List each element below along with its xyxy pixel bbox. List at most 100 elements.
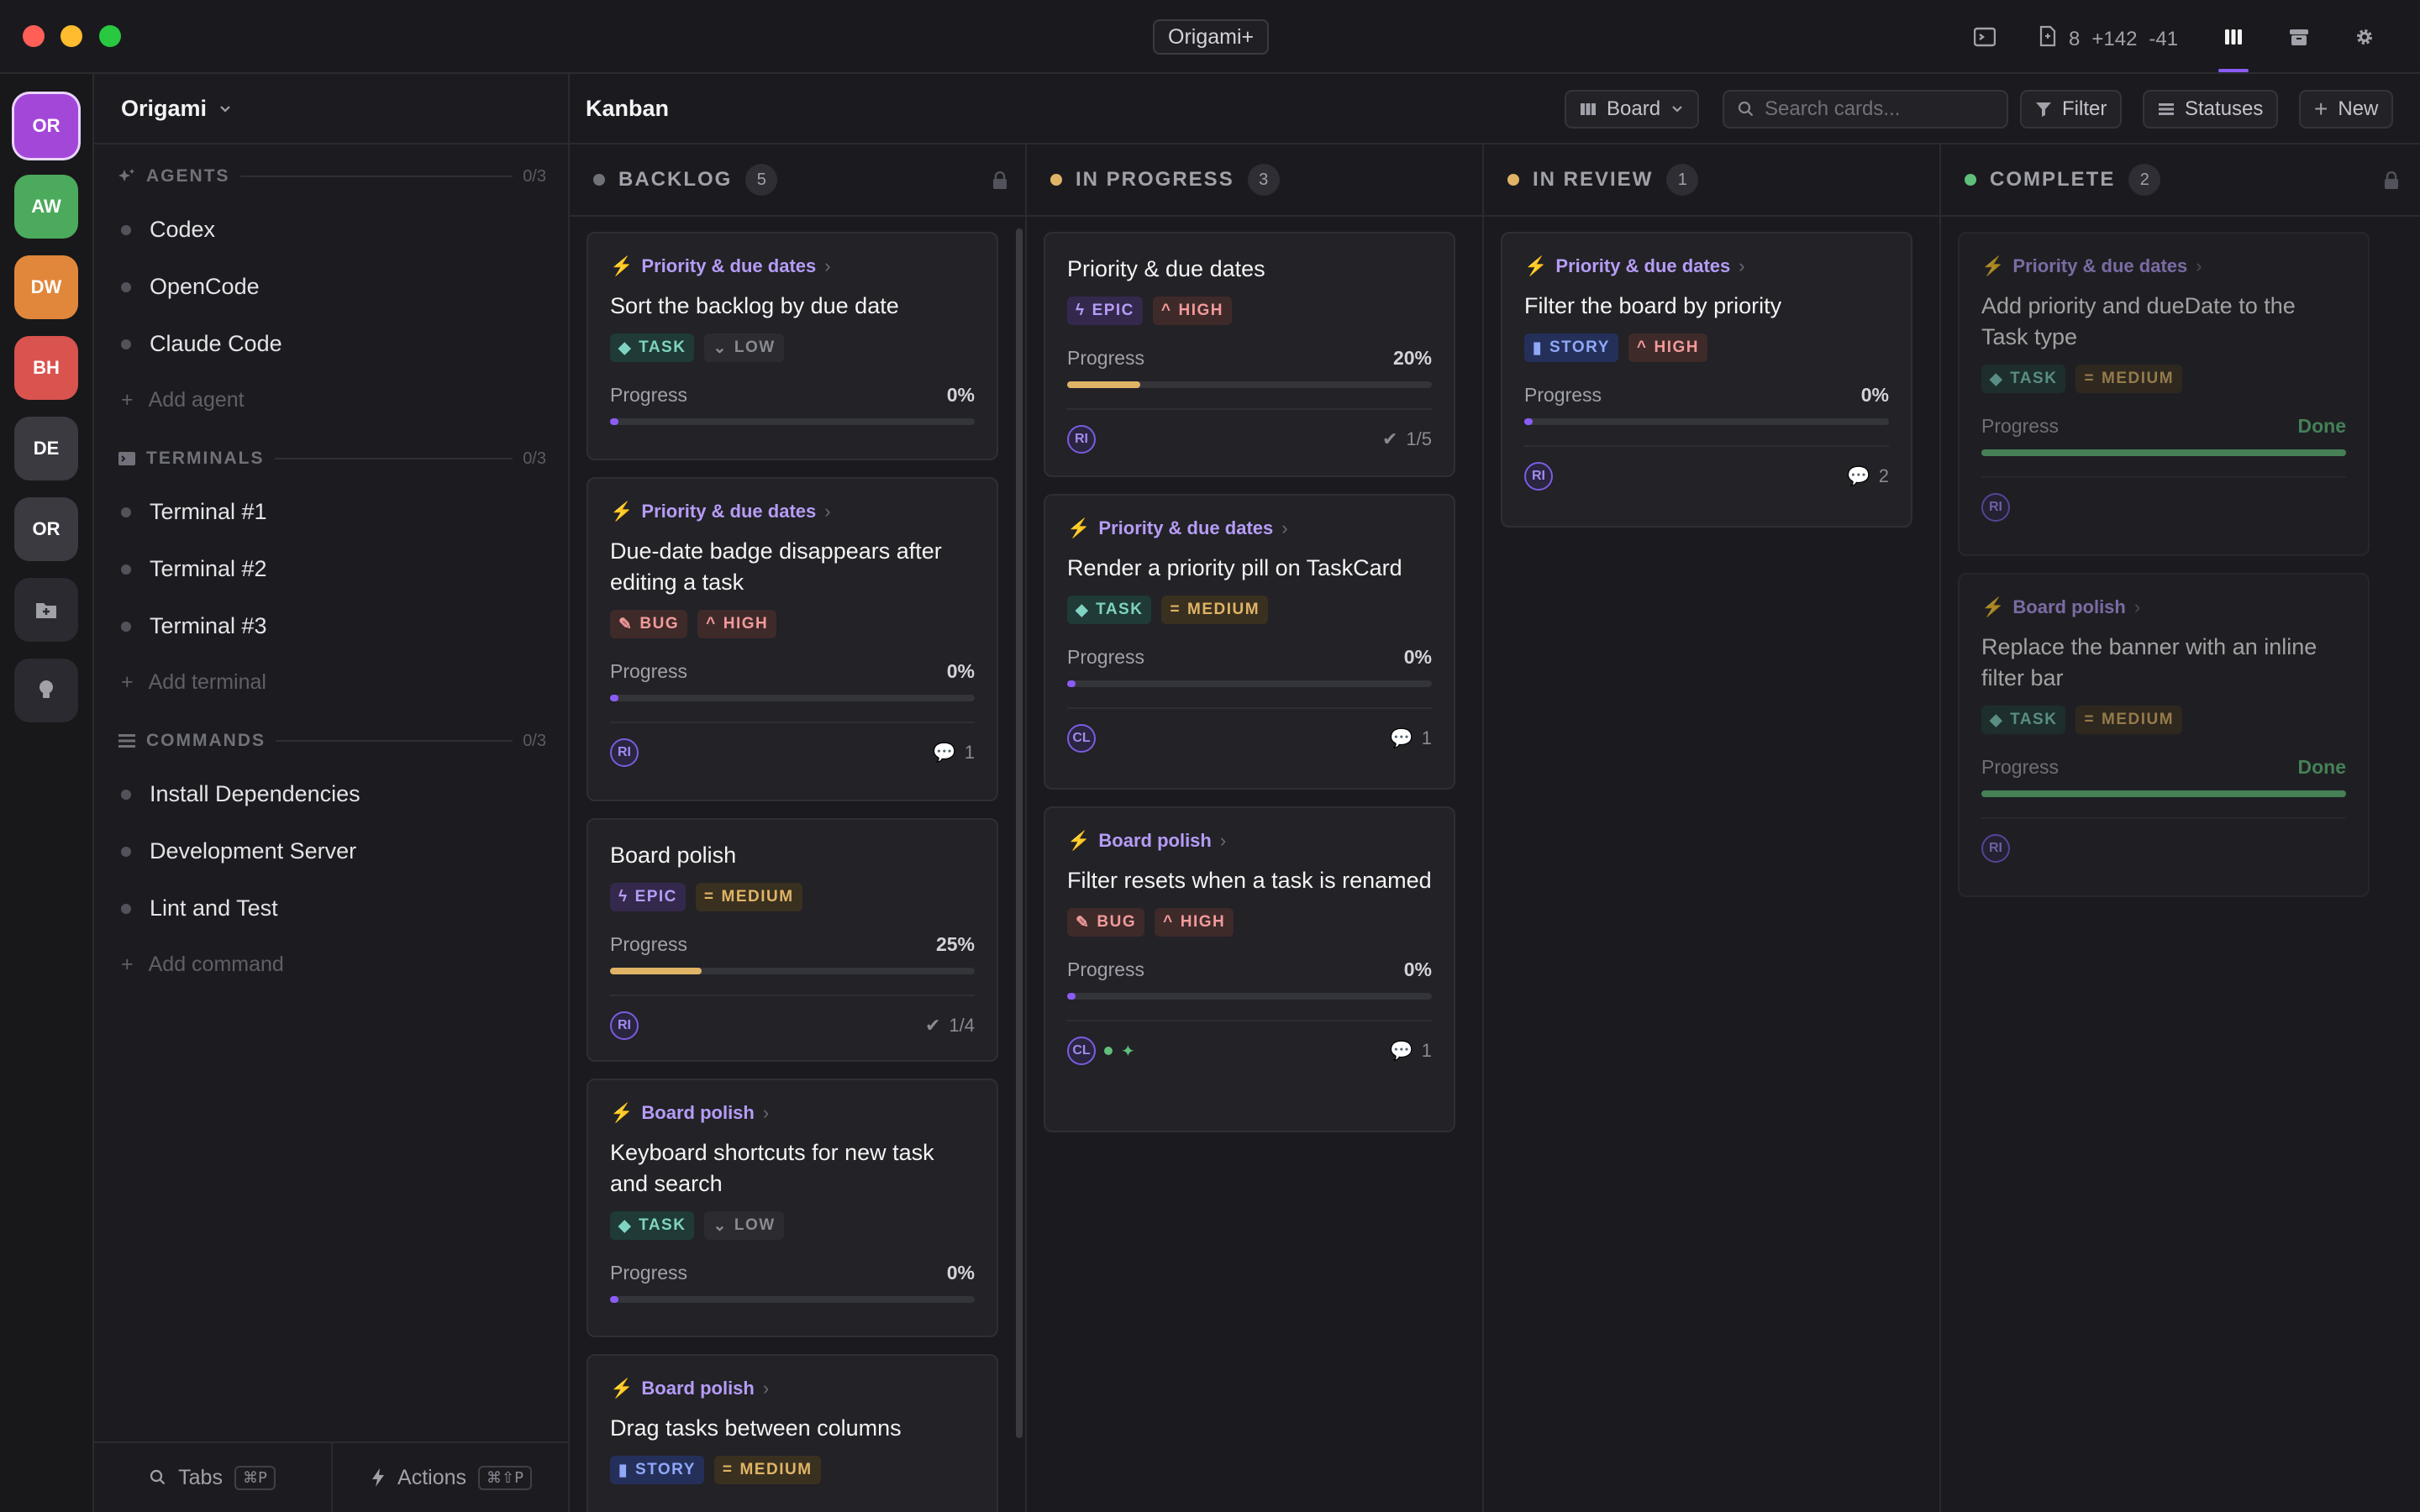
- task-card[interactable]: ⚡ Board polish › Drag tasks between column…: [587, 1354, 998, 1512]
- assignee-avatar[interactable]: RI: [610, 1011, 639, 1040]
- workspace-avatar[interactable]: OR: [14, 94, 78, 158]
- task-card[interactable]: ⚡ Board polish › Keyboard shortcuts for ne…: [587, 1079, 998, 1337]
- epic-link[interactable]: ⚡ Priority & due dates ›: [610, 255, 975, 277]
- epic-link[interactable]: ⚡ Priority & due dates ›: [1981, 255, 2346, 277]
- task-card[interactable]: Priority & due dates ϟ EPIC ^ HIGH Progres…: [1044, 232, 1455, 477]
- priority-badge: = MEDIUM: [2075, 706, 2183, 734]
- assignee-avatar[interactable]: RI: [1981, 834, 2010, 863]
- actions-button[interactable]: Actions ⌘⇧P: [331, 1443, 570, 1512]
- ideas-button[interactable]: [14, 659, 78, 722]
- add-terminal-button[interactable]: + Add terminal: [121, 670, 266, 695]
- settings-gear-icon[interactable]: [2351, 24, 2378, 50]
- plus-icon: +: [121, 388, 134, 412]
- diff-stat[interactable]: 8 +142 -41: [2039, 25, 2178, 53]
- columns-view-icon[interactable]: [2220, 24, 2247, 50]
- page-title: Kanban: [586, 96, 670, 121]
- command-item[interactable]: Development Server: [121, 838, 356, 864]
- task-card[interactable]: ⚡ Priority & due dates › Render a priority…: [1044, 494, 1455, 790]
- assignee-avatar[interactable]: RI: [610, 738, 639, 767]
- lock-icon[interactable]: [2383, 171, 2400, 196]
- assignee-avatar[interactable]: CL: [1067, 1037, 1096, 1065]
- epic-link[interactable]: ⚡ Board polish ›: [610, 1102, 975, 1124]
- priority-badge: ^ HIGH: [1155, 908, 1234, 937]
- agent-item[interactable]: Codex: [121, 217, 215, 243]
- epic-link[interactable]: ⚡ Board polish ›: [1981, 596, 2346, 618]
- progress-fill: [1981, 790, 2346, 797]
- comment-count-value: 2: [1878, 465, 1889, 486]
- task-card[interactable]: ⚡ Priority & due dates › Filter the board …: [1501, 232, 1912, 528]
- type-label: EPIC: [1092, 302, 1134, 319]
- project-switcher[interactable]: Origami: [121, 96, 232, 122]
- terminal-icon[interactable]: [1971, 24, 1998, 50]
- assignee-avatar[interactable]: RI: [1067, 425, 1096, 454]
- app-title[interactable]: Origami+: [1153, 19, 1270, 55]
- task-card[interactable]: ⚡ Board polish › Replace the banner with a…: [1958, 573, 2370, 897]
- section-title: COMMANDS: [146, 731, 266, 750]
- zoom-window-button[interactable]: [99, 25, 121, 47]
- add-folder-button[interactable]: [14, 578, 78, 642]
- assignee-avatar[interactable]: CL: [1067, 724, 1096, 753]
- new-card-button[interactable]: + New: [2299, 90, 2394, 129]
- workspace-avatar[interactable]: AW: [14, 175, 78, 239]
- view-select[interactable]: Board: [1565, 90, 1700, 129]
- workspace-initials: DW: [30, 276, 62, 297]
- workspace-avatar[interactable]: DE: [14, 417, 78, 480]
- close-window-button[interactable]: [23, 25, 45, 47]
- progress-bar: [610, 968, 975, 974]
- workspace-initials: OR: [32, 518, 60, 539]
- equals-icon: =: [2084, 711, 2096, 728]
- comment-icon: 💬: [1847, 465, 1870, 486]
- main-header: Kanban Board Search cards... Filter Stat…: [570, 74, 2420, 144]
- command-item[interactable]: Install Dependencies: [121, 781, 360, 807]
- command-item[interactable]: Lint and Test: [121, 895, 278, 921]
- lock-icon[interactable]: [992, 171, 1008, 196]
- card-title: Add priority and dueDate to the Task typ…: [1981, 293, 2296, 349]
- epic-link[interactable]: ⚡ Board polish ›: [610, 1378, 975, 1399]
- bolt-icon: ⚡: [1981, 596, 2005, 617]
- priority-label: HIGH: [1178, 302, 1224, 319]
- task-card[interactable]: ⚡ Priority & due dates › Sort the backlog …: [587, 232, 998, 460]
- terminal-item[interactable]: Terminal #2: [121, 556, 267, 582]
- bolt-icon: ϟ: [1076, 302, 1086, 319]
- comment-icon: 💬: [1390, 1040, 1413, 1061]
- terminal-label: Terminal #2: [150, 556, 267, 581]
- statuses-button[interactable]: Statuses: [2143, 90, 2279, 129]
- assignee-avatar[interactable]: RI: [1524, 462, 1553, 491]
- assignee-avatar[interactable]: RI: [1981, 493, 2010, 522]
- epic-link[interactable]: ⚡ Priority & due dates ›: [610, 501, 975, 522]
- task-card[interactable]: ⚡ Priority & due dates › Add priority and …: [1958, 232, 2370, 556]
- terminal-item[interactable]: Terminal #3: [121, 613, 267, 639]
- column-header: IN PROGRESS 3: [1027, 144, 1482, 217]
- workspace-avatar[interactable]: BH: [14, 336, 78, 400]
- epic-link[interactable]: ⚡ Priority & due dates ›: [1067, 517, 1432, 539]
- workspace-avatar[interactable]: OR: [14, 497, 78, 561]
- priority-label: MEDIUM: [1187, 601, 1260, 618]
- task-card[interactable]: ⚡ Priority & due dates › Due-date badge di…: [587, 477, 998, 801]
- epic-label: Priority & due dates: [641, 501, 817, 522]
- column-title: COMPLETE: [1990, 168, 2116, 191]
- epic-link[interactable]: ⚡ Board polish ›: [1067, 830, 1432, 852]
- agent-item[interactable]: OpenCode: [121, 274, 260, 300]
- search-input[interactable]: Search cards...: [1723, 90, 2008, 129]
- view-label: Board: [1607, 97, 1661, 120]
- add-command-button[interactable]: + Add command: [121, 953, 284, 977]
- progress-label: Progress: [610, 933, 688, 955]
- workspace-avatar[interactable]: DW: [14, 255, 78, 319]
- scrollbar[interactable]: [1016, 228, 1023, 1438]
- progress-bar: [1524, 418, 1889, 425]
- epic-link[interactable]: ⚡ Priority & due dates ›: [1524, 255, 1889, 277]
- tabs-button[interactable]: Tabs ⌘P: [94, 1443, 331, 1512]
- archive-icon[interactable]: [2286, 24, 2312, 50]
- minimize-window-button[interactable]: [60, 25, 82, 47]
- filter-button[interactable]: Filter: [2020, 90, 2123, 129]
- task-card[interactable]: ⚡ Board polish › Filter resets when a task…: [1044, 806, 1455, 1132]
- task-card[interactable]: Board polish ϟ EPIC = MEDIUM Progress 25% R…: [587, 818, 998, 1062]
- agent-item[interactable]: Claude Code: [121, 331, 282, 357]
- column-count: 1: [1666, 164, 1699, 196]
- comment-count: 💬 2: [1847, 465, 1889, 487]
- add-agent-button[interactable]: + Add agent: [121, 388, 245, 412]
- progress-bar: [610, 418, 975, 425]
- comment-count-value: 1: [1421, 1040, 1432, 1061]
- epic-label: Board polish: [641, 1102, 755, 1123]
- terminal-item[interactable]: Terminal #1: [121, 499, 267, 525]
